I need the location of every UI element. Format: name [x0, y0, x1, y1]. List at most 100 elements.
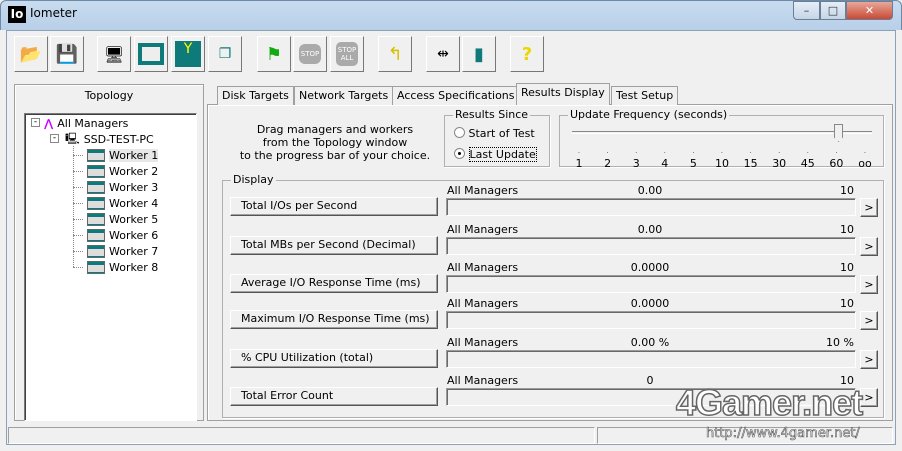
- open-button[interactable]: 📂: [14, 36, 48, 72]
- tree-worker[interactable]: Worker 4: [73, 195, 158, 211]
- title-bar: [0, 0, 902, 30]
- worker-icon: [87, 164, 105, 178]
- metric-progress-bar[interactable]: [446, 350, 856, 368]
- display-button[interactable]: 🖥: [97, 36, 131, 72]
- worker-icon: [87, 196, 105, 210]
- tab-network-targets[interactable]: Network Targets: [294, 86, 394, 105]
- stop-button[interactable]: STOP: [293, 36, 327, 72]
- hint-line: to the progress bar of your choice.: [239, 149, 431, 162]
- radio-start-of-test[interactable]: Start of Test: [454, 126, 535, 140]
- metric-expand-button[interactable]: >: [860, 275, 878, 294]
- network-worker-button[interactable]: Y: [171, 36, 205, 72]
- tab-test-setup[interactable]: Test Setup: [611, 86, 679, 105]
- metric-expand-button[interactable]: >: [860, 237, 878, 256]
- tree-worker[interactable]: Worker 3: [73, 179, 158, 195]
- tree-all-managers[interactable]: ⋀ All Managers: [44, 115, 128, 131]
- radio-last-update[interactable]: Last Update: [454, 147, 537, 162]
- drag-hint: Drag managers and workers from the Topol…: [230, 123, 440, 162]
- metric-progress-bar[interactable]: [446, 311, 856, 329]
- tree-line: [73, 154, 83, 156]
- group-label: Results Since: [453, 108, 531, 121]
- collapse-toggle[interactable]: -: [50, 134, 59, 143]
- maximize-button[interactable]: □: [820, 1, 846, 20]
- tree-worker[interactable]: Worker 5: [73, 211, 158, 227]
- frequency-tick: · 4: [661, 150, 669, 171]
- metric-max: 10: [840, 184, 854, 197]
- metric-select-button[interactable]: Total MBs per Second (Decimal): [230, 236, 438, 255]
- metric-max: 10: [840, 223, 854, 236]
- help-icon: ?: [521, 43, 533, 65]
- open-icon: 📂: [19, 43, 43, 65]
- metric-expand-button[interactable]: >: [860, 388, 878, 407]
- metric-value: 0.00 %: [630, 336, 670, 349]
- worker-icon: [87, 148, 105, 162]
- tree-line: [73, 202, 83, 204]
- tree-line: [73, 266, 83, 268]
- frequency-tick: · 5: [689, 150, 697, 171]
- metric-select-button[interactable]: Total I/Os per Second: [230, 197, 438, 216]
- status-bar-main: [8, 427, 595, 444]
- tab-results-display[interactable]: Results Display: [516, 83, 610, 105]
- tree-worker[interactable]: Worker 1: [73, 147, 159, 163]
- metric-select-button[interactable]: Average I/O Response Time (ms): [230, 274, 438, 293]
- tab-access-specifications[interactable]: Access Specifications: [392, 86, 520, 105]
- tree-worker[interactable]: Worker 6: [73, 227, 158, 243]
- metric-progress-bar[interactable]: [446, 275, 856, 293]
- watermark-url: http://www.4gamer.net/: [706, 426, 860, 442]
- disconnect-button[interactable]: ⇹: [426, 36, 460, 72]
- metric-progress-bar[interactable]: [446, 198, 856, 216]
- tree-line: [73, 234, 83, 236]
- tree-worker[interactable]: Worker 8: [73, 259, 158, 275]
- metric-select-button[interactable]: % CPU Utilization (total): [230, 349, 438, 368]
- copy-worker-button[interactable]: ❐: [208, 36, 242, 72]
- frequency-slider-track[interactable]: [572, 131, 872, 134]
- frequency-tick: · 60: [829, 150, 844, 171]
- tree-worker[interactable]: Worker 7: [73, 243, 158, 259]
- metric-source: All Managers: [447, 336, 519, 349]
- all-managers-icon: ⋀: [44, 116, 54, 130]
- new-worker-button[interactable]: [134, 36, 168, 72]
- metric-value: 0.0000: [630, 261, 670, 274]
- metric-select-button[interactable]: Total Error Count: [230, 387, 438, 406]
- radio-icon: [454, 127, 465, 138]
- watermark-logo: 4Gamer.net: [675, 381, 864, 424]
- metric-expand-button[interactable]: >: [860, 311, 878, 330]
- frequency-tick: · 1: [575, 150, 583, 171]
- worker-icon: [87, 244, 105, 258]
- collapse-toggle[interactable]: -: [31, 118, 40, 127]
- stop-all-button[interactable]: STOP ALL: [330, 36, 364, 72]
- metric-source: All Managers: [447, 223, 519, 236]
- tab-disk-targets[interactable]: Disk Targets: [217, 86, 294, 105]
- tree-manager[interactable]: 🖳 SSD-TEST-PC: [65, 131, 154, 147]
- worker-icon: [87, 228, 105, 242]
- metric-max: 10: [840, 261, 854, 274]
- worker-icon: [87, 180, 105, 194]
- stop-all-icon: STOP ALL: [335, 42, 359, 66]
- save-icon: 💾: [55, 43, 79, 65]
- door-icon: ▮: [474, 43, 484, 65]
- metric-progress-bar[interactable]: [446, 237, 856, 255]
- close-button[interactable]: ✕: [846, 1, 893, 20]
- tree-worker[interactable]: Worker 2: [73, 163, 158, 179]
- help-button[interactable]: ?: [510, 36, 544, 72]
- worker-icon: [87, 212, 105, 226]
- metric-expand-button[interactable]: >: [860, 350, 878, 369]
- radio-icon: [454, 148, 465, 159]
- copy-worker-icon: ❐: [218, 46, 232, 62]
- exit-button[interactable]: ▮: [462, 36, 496, 72]
- save-button[interactable]: 💾: [50, 36, 84, 72]
- metric-value: 0.0000: [630, 297, 670, 310]
- reset-button[interactable]: ↰: [378, 36, 412, 72]
- topology-title: Topology: [84, 89, 134, 102]
- stop-icon: STOP: [298, 44, 322, 64]
- group-label: Update Frequency (seconds): [568, 108, 730, 121]
- start-flag-icon: ⚑: [265, 43, 283, 65]
- start-button[interactable]: ⚑: [257, 36, 291, 72]
- network-worker-icon: Y: [175, 41, 201, 67]
- metric-expand-button[interactable]: >: [860, 198, 878, 217]
- minimize-button[interactable]: –: [793, 1, 820, 20]
- metric-select-button[interactable]: Maximum I/O Response Time (ms): [230, 310, 438, 329]
- metric-max: 10 %: [826, 336, 854, 349]
- frequency-tick: · 45: [800, 150, 815, 171]
- tree-line: [73, 186, 83, 188]
